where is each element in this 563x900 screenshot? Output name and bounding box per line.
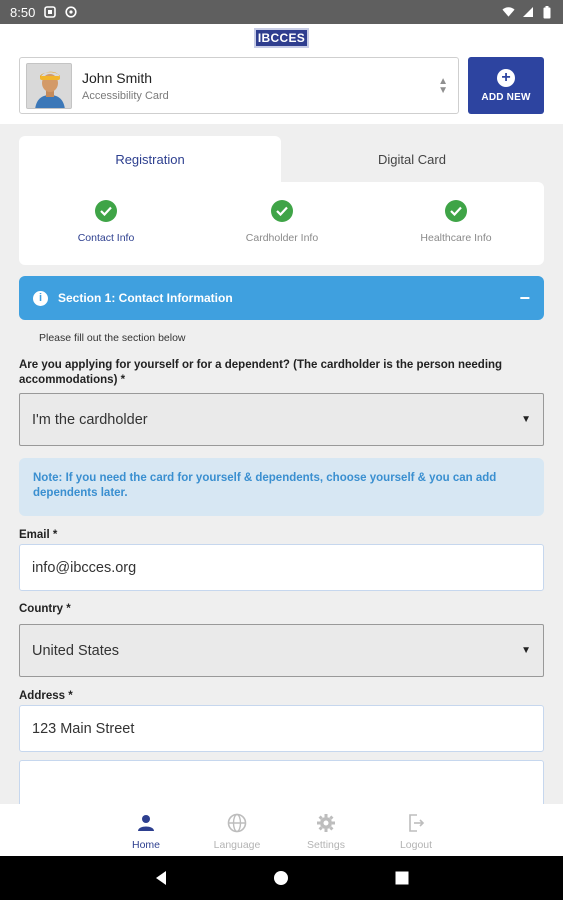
step-label: Healthcare Info bbox=[420, 232, 492, 244]
country-select[interactable]: United States ▼ bbox=[19, 624, 544, 677]
info-icon: i bbox=[33, 290, 48, 306]
tab-registration[interactable]: Registration bbox=[19, 136, 281, 182]
nav-logout[interactable]: Logout bbox=[381, 812, 451, 851]
status-time: 8:50 bbox=[10, 4, 36, 20]
check-circle-icon bbox=[445, 200, 467, 222]
profile-name: John Smith bbox=[82, 69, 153, 86]
home-circle-icon[interactable] bbox=[273, 870, 289, 886]
wifi-icon bbox=[502, 6, 515, 19]
nav-language[interactable]: Language bbox=[202, 812, 272, 851]
system-nav-bar bbox=[0, 856, 563, 900]
person-icon bbox=[111, 812, 181, 834]
country-label: Country * bbox=[19, 603, 71, 615]
bottom-nav: Home Language Settings Logout bbox=[0, 804, 563, 856]
notification-icon bbox=[43, 6, 56, 19]
email-label: Email * bbox=[19, 529, 58, 541]
plus-circle-icon: + bbox=[497, 68, 515, 87]
globe-icon bbox=[202, 812, 272, 834]
collapse-icon[interactable]: − bbox=[519, 289, 530, 307]
section-hint: Please fill out the section below bbox=[39, 332, 186, 344]
address-label: Address * bbox=[19, 690, 73, 702]
email-value: info@ibcces.org bbox=[32, 559, 137, 576]
back-icon[interactable] bbox=[153, 870, 169, 886]
tab-digital-card[interactable]: Digital Card bbox=[281, 136, 543, 182]
step-healthcare-info[interactable]: Healthcare Info bbox=[381, 200, 531, 244]
email-field[interactable]: info@ibcces.org bbox=[19, 544, 544, 591]
step-label: Cardholder Info bbox=[245, 232, 319, 244]
add-new-label: ADD NEW bbox=[481, 91, 531, 103]
dropdown-caret-icon: ▼ bbox=[521, 645, 531, 656]
status-bar: 8:50 bbox=[0, 0, 563, 24]
battery-icon bbox=[540, 5, 553, 19]
step-contact-info[interactable]: Contact Info bbox=[31, 200, 181, 244]
nav-label: Home bbox=[131, 839, 160, 851]
dependents-note: Note: If you need the card for yourself … bbox=[19, 458, 544, 516]
ibcces-logo: IBCCES bbox=[254, 28, 309, 48]
gear-icon bbox=[291, 812, 361, 834]
sync-icon bbox=[64, 6, 77, 19]
nav-home[interactable]: Home bbox=[111, 812, 181, 851]
section-title: Section 1: Contact Information bbox=[58, 291, 233, 305]
logout-icon bbox=[381, 812, 451, 834]
profile-subtitle: Accessibility Card bbox=[82, 89, 169, 102]
signal-icon bbox=[521, 6, 534, 19]
check-circle-icon bbox=[271, 200, 293, 222]
check-circle-icon bbox=[95, 200, 117, 222]
profile-selector[interactable]: John Smith Accessibility Card ▲ ▼ bbox=[19, 57, 459, 114]
registration-steps: Contact Info Cardholder Info Healthcare … bbox=[19, 182, 544, 265]
country-select-value: United States bbox=[32, 642, 120, 659]
nav-label: Logout bbox=[399, 839, 433, 851]
address-value: 123 Main Street bbox=[32, 720, 135, 737]
applicant-select[interactable]: I'm the cardholder ▼ bbox=[19, 393, 544, 446]
nav-label: Settings bbox=[307, 839, 345, 851]
nav-label: Language bbox=[213, 839, 261, 851]
applicant-question-label: Are you applying for yourself or for a d… bbox=[19, 359, 503, 386]
dropdown-caret-icon: ▼ bbox=[521, 414, 531, 425]
avatar bbox=[26, 62, 72, 109]
nav-settings[interactable]: Settings bbox=[291, 812, 361, 851]
recents-icon[interactable] bbox=[394, 870, 410, 886]
address-field[interactable]: 123 Main Street bbox=[19, 705, 544, 752]
step-cardholder-info[interactable]: Cardholder Info bbox=[207, 200, 357, 244]
add-new-button[interactable]: + ADD NEW bbox=[468, 57, 544, 114]
up-down-chevron-icon[interactable]: ▲ ▼ bbox=[438, 76, 448, 95]
tab-bar: Registration Digital Card bbox=[19, 136, 544, 182]
step-label: Contact Info bbox=[77, 232, 135, 244]
section-header[interactable]: i Section 1: Contact Information − bbox=[19, 276, 544, 320]
app-header: IBCCES John Smith Accessibility Card ▲ ▼ … bbox=[0, 24, 563, 124]
applicant-select-value: I'm the cardholder bbox=[32, 411, 148, 428]
